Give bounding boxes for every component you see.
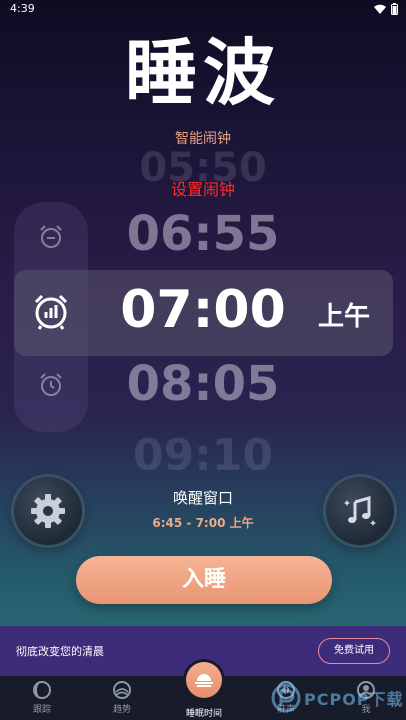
nav-item-track[interactable]: 跟踪 [12,680,72,715]
time-period[interactable]: 上午 [318,296,370,333]
alarm-clock-icon[interactable] [38,372,64,398]
promo-text: 彻底改变您的清晨 [16,645,104,658]
trend-icon [113,681,131,699]
app-title: 睡波 [124,31,281,115]
nav-item-trend[interactable]: 趋势 [92,680,152,715]
sound-button[interactable] [326,477,394,545]
battery-icon [391,3,398,15]
watermark-text: PCPOP下载 [304,690,404,709]
app-subtitle: 智能闹钟 [175,131,231,147]
status-bar: 4:39 [0,0,406,18]
sleep-button[interactable]: 入睡 [76,556,332,604]
time-option-ghost-below[interactable]: 09:10 [0,430,406,470]
sunrise-icon [195,674,213,687]
nav-label-track: 跟踪 [32,705,51,715]
wifi-icon [374,4,386,14]
set-alarm-label: 设置闹钟 [170,180,235,199]
status-icons [374,3,398,15]
free-trial-button[interactable]: 免费试用 [318,638,390,664]
alarm-clock-minus-icon[interactable] [38,224,64,250]
music-note-icon [344,496,376,526]
watermark-logo-icon [271,683,301,713]
nav-label-trend: 趋势 [112,705,131,715]
moon-icon [33,681,51,699]
alarm-clock-selected-icon[interactable] [32,292,70,330]
nav-label-sleep-time[interactable]: 睡眠时间 [173,706,235,719]
status-time: 4:39 [10,2,35,15]
watermark: PCPOP下载 [268,680,404,720]
nav-item-sleep-time[interactable] [186,662,222,698]
